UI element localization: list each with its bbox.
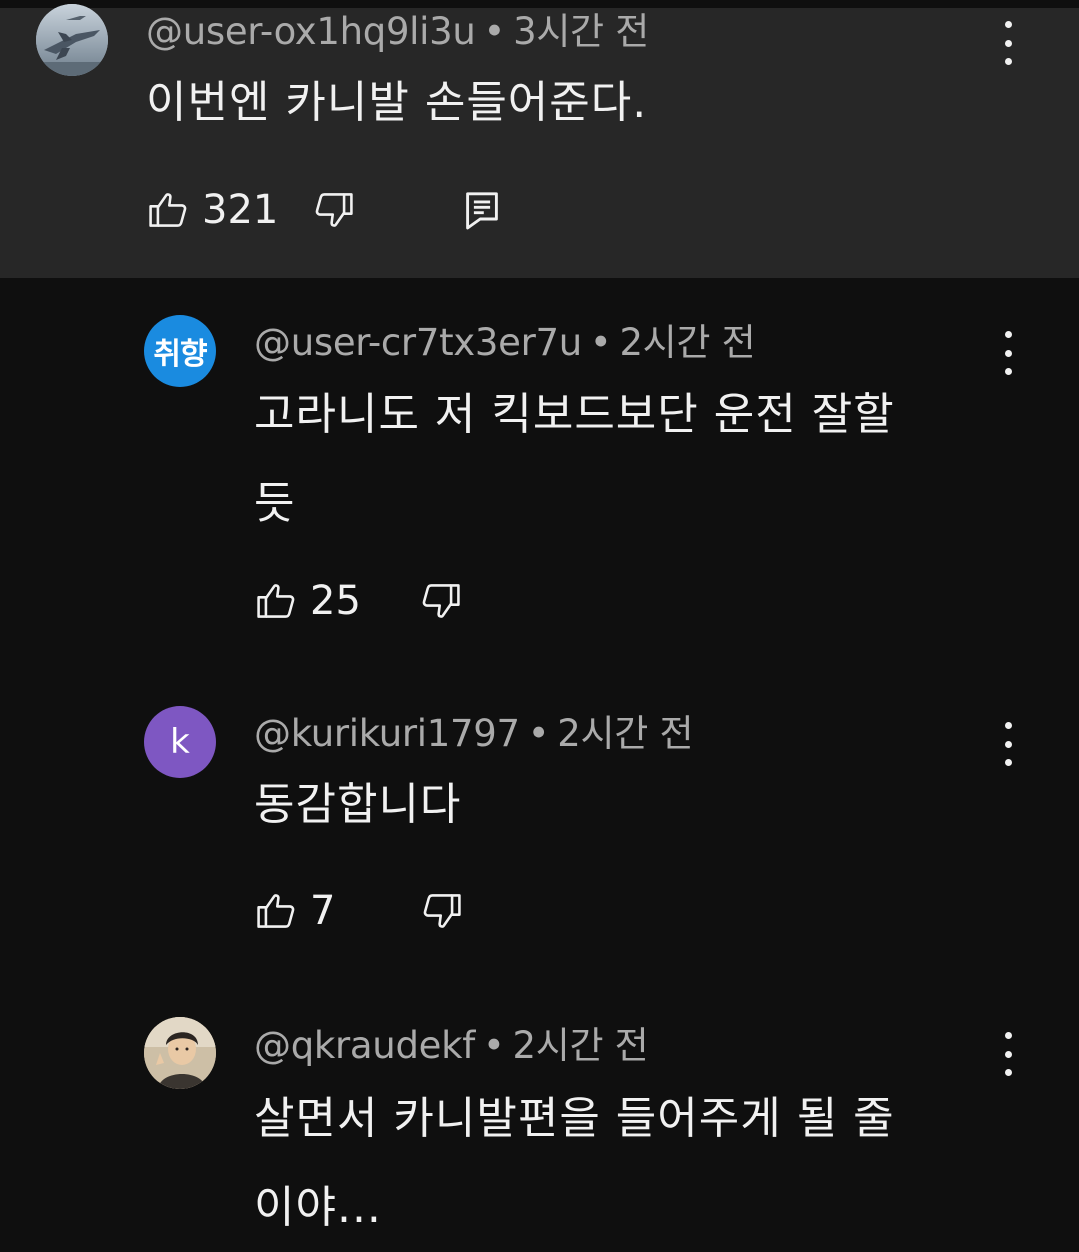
more-dot — [1004, 368, 1012, 375]
dislike-button[interactable] — [420, 889, 464, 933]
author-handle[interactable]: @user-ox1hq9li3u — [146, 10, 476, 53]
timestamp[interactable]: 3시간 전 — [513, 10, 649, 53]
more-options-button[interactable] — [998, 21, 1018, 65]
separator-dot: • — [527, 712, 550, 755]
more-dot — [1004, 39, 1012, 47]
comment-actions: 25 — [254, 577, 463, 625]
like-count: 25 — [310, 578, 361, 624]
thumbs-down-icon — [422, 584, 460, 618]
separator-dot: • — [482, 1024, 505, 1067]
separator-dot: • — [483, 10, 506, 53]
dislike-button[interactable] — [312, 188, 356, 232]
like-button[interactable] — [254, 889, 298, 933]
comment-meta: @user-cr7tx3er7u • 2시간 전 — [254, 321, 756, 365]
avatar[interactable]: 취향 — [144, 315, 216, 387]
comment-text: 살면서 카니발편을 들어주게 될 줄 이야... — [254, 1093, 895, 1233]
more-options-button[interactable] — [998, 331, 1018, 375]
like-button[interactable] — [146, 188, 190, 232]
separator-dot: • — [589, 321, 612, 364]
more-dot — [1004, 1050, 1012, 1058]
comment-meta: @qkraudekf • 2시간 전 — [254, 1024, 649, 1068]
author-handle[interactable]: @qkraudekf — [254, 1024, 475, 1067]
more-dot — [1004, 740, 1012, 748]
comment-meta: @kurikuri1797 • 2시간 전 — [254, 712, 693, 756]
thumbs-up-icon — [257, 894, 295, 928]
like-button[interactable] — [254, 579, 298, 623]
author-handle[interactable]: @user-cr7tx3er7u — [254, 321, 582, 364]
avatar[interactable] — [144, 1017, 216, 1089]
dislike-button[interactable] — [419, 579, 463, 623]
reply-button[interactable] — [464, 190, 500, 230]
thumbs-down-icon — [424, 894, 462, 928]
comment-text: 고라니도 저 킥보드보단 운전 잘할 듯 — [254, 389, 895, 529]
comment-text: 이번엔 카니발 손들어준다. — [146, 77, 648, 128]
thumbs-up-icon — [257, 584, 295, 618]
more-dot — [1004, 759, 1012, 766]
avatar[interactable] — [36, 4, 108, 76]
comment-actions: 321 — [146, 186, 500, 234]
person-photo-avatar-icon — [144, 1017, 216, 1089]
author-handle[interactable]: @kurikuri1797 — [254, 712, 520, 755]
more-vertical-icon — [1004, 331, 1012, 338]
thumbs-up-icon — [149, 193, 187, 227]
timestamp[interactable]: 2시간 전 — [557, 712, 693, 755]
more-options-button[interactable] — [998, 722, 1018, 766]
timestamp[interactable]: 2시간 전 — [619, 321, 755, 364]
fighter-jet-photo-avatar-icon — [36, 4, 108, 76]
more-dot — [1004, 58, 1012, 65]
comment-actions: 7 — [254, 887, 464, 935]
thumbs-down-icon — [316, 193, 354, 227]
more-options-button[interactable] — [998, 1032, 1018, 1076]
comment-1: @user-ox1hq9li3u • 3시간 전 이번엔 카니발 손들어준다. 32… — [0, 0, 1079, 278]
reply-comment-icon — [466, 192, 499, 230]
more-vertical-icon — [1004, 722, 1012, 729]
comment-meta: @user-ox1hq9li3u • 3시간 전 — [146, 10, 649, 54]
like-count: 7 — [310, 888, 336, 934]
more-vertical-icon — [1004, 21, 1012, 28]
more-vertical-icon — [1004, 1032, 1012, 1039]
comment-text: 동감합니다 — [254, 779, 462, 830]
like-count: 321 — [202, 187, 279, 233]
avatar[interactable]: k — [144, 706, 216, 778]
more-dot — [1004, 349, 1012, 357]
more-dot — [1004, 1069, 1012, 1076]
timestamp[interactable]: 2시간 전 — [512, 1024, 648, 1067]
